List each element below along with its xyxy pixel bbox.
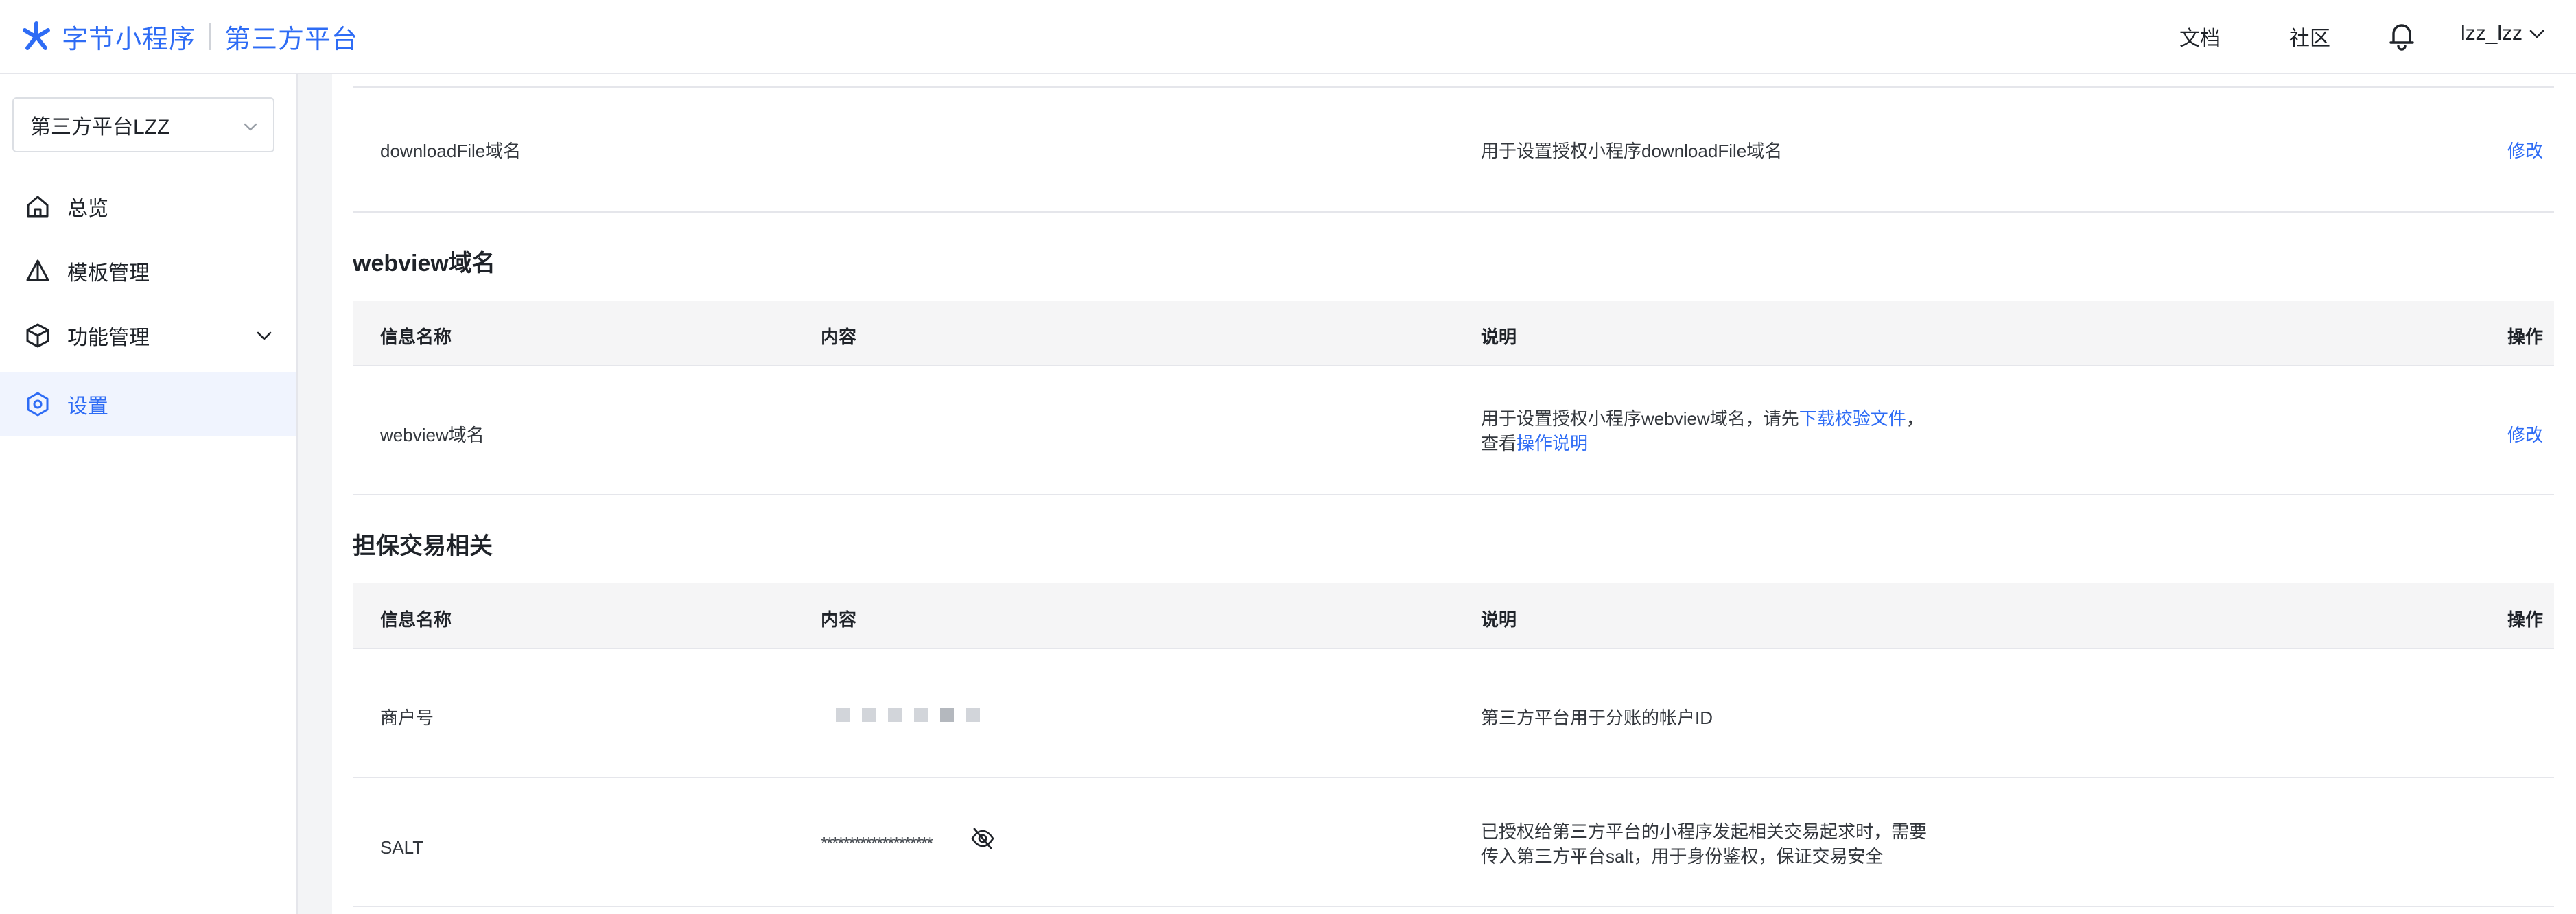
section-title-webview: webview域名	[353, 250, 495, 277]
row-description: 第三方平台用于分账的帐户ID	[1481, 707, 1713, 728]
sidebar-item-overview[interactable]: 总览	[0, 174, 296, 239]
table-row	[353, 74, 2554, 88]
column-header: 说明	[1481, 327, 1517, 347]
brand-name: 字节小程序	[62, 25, 196, 54]
brand[interactable]: 字节小程序 第三方平台	[18, 18, 358, 56]
home-icon	[27, 196, 49, 218]
sidebar-item-label: 功能管理	[67, 327, 150, 349]
row-name: webview域名	[380, 425, 484, 445]
table-header: 信息名称 内容 说明 操作	[353, 301, 2554, 366]
sidebar-item-settings[interactable]: 设置	[0, 372, 296, 436]
column-header: 信息名称	[380, 609, 452, 630]
platform-select[interactable]: 第三方平台LZZ	[12, 97, 274, 152]
username: lzz_lzz	[2461, 22, 2523, 45]
cube-icon	[26, 323, 49, 348]
modify-link[interactable]: 修改	[2507, 421, 2543, 447]
row-description: 用于设置授权小程序webview域名，请先下载校验文件， 查看操作说明	[1481, 408, 1924, 454]
settings-content: downloadFile域名 用于设置授权小程序downloadFile域名 修…	[332, 74, 2576, 914]
brand-divider	[209, 23, 211, 50]
chevron-down-icon	[257, 331, 272, 340]
section-title-escrow: 担保交易相关	[353, 533, 493, 559]
eye-slash-icon[interactable]	[970, 826, 995, 851]
sidebar-item-features[interactable]: 功能管理	[0, 303, 296, 368]
row-description: 用于设置授权小程序downloadFile域名	[1481, 141, 1783, 161]
brand-subtitle: 第三方平台	[224, 25, 359, 54]
modify-link[interactable]: 修改	[2507, 137, 2543, 163]
chevron-down-icon	[2529, 30, 2544, 38]
platform-select-value: 第三方平台LZZ	[30, 116, 170, 139]
chevron-down-icon	[244, 123, 257, 131]
gear-icon	[27, 392, 49, 417]
masked-merchant-id	[836, 708, 980, 722]
download-verify-file-link[interactable]: 下载校验文件	[1799, 408, 1906, 429]
docs-link[interactable]: 文档	[2179, 21, 2227, 51]
row-name: downloadFile域名	[380, 141, 522, 161]
bell-icon[interactable]	[2388, 21, 2415, 51]
sidebar: 第三方平台LZZ 总览 模板管理 功能管理 设置	[0, 74, 298, 914]
column-header: 操作	[2507, 609, 2544, 630]
header-actions: 文档 社区 lzz_lzz	[2179, 0, 2576, 73]
top-header: 字节小程序 第三方平台 文档 社区 lzz_lzz	[0, 0, 2576, 74]
column-header: 信息名称	[380, 327, 452, 347]
table-row: 商户号 第三方平台用于分账的帐户ID	[353, 649, 2554, 778]
table-row: SALT ******************** 已授权给第三方平台的小程序发…	[353, 778, 2554, 907]
table-row: downloadFile域名 用于设置授权小程序downloadFile域名 修…	[353, 88, 2554, 213]
row-description: 已授权给第三方平台的小程序发起相关交易起求时，需要 传入第三方平台salt，用于…	[1481, 821, 1928, 867]
table-header: 信息名称 内容 说明 操作	[353, 583, 2554, 649]
column-header: 内容	[821, 609, 857, 630]
table-row: webview域名 用于设置授权小程序webview域名，请先下载校验文件， 查…	[353, 366, 2554, 495]
sidebar-item-label: 总览	[67, 198, 108, 220]
column-header: 说明	[1481, 609, 1517, 630]
triangle-icon	[26, 259, 49, 281]
row-name: 商户号	[380, 707, 434, 728]
column-header: 操作	[2507, 327, 2544, 347]
user-menu[interactable]: lzz_lzz	[2461, 22, 2546, 45]
salt-masked-value: ********************	[821, 833, 933, 854]
row-name: SALT	[380, 837, 424, 858]
sidebar-item-templates[interactable]: 模板管理	[0, 239, 296, 303]
column-header: 内容	[821, 327, 857, 347]
sidebar-item-label: 模板管理	[67, 262, 150, 285]
bytedance-logo-icon	[23, 21, 50, 50]
sidebar-item-label: 设置	[67, 395, 108, 418]
community-link[interactable]: 社区	[2289, 21, 2337, 51]
instructions-link[interactable]: 操作说明	[1517, 433, 1588, 454]
